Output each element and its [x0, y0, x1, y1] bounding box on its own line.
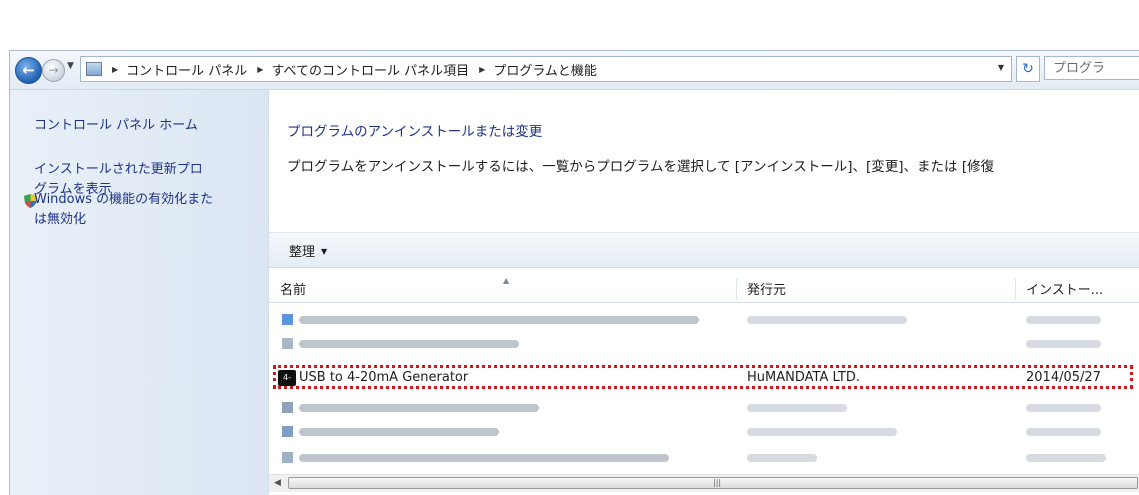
organize-label: 整理 [289, 245, 316, 260]
command-bar: 整理 ▼ [269, 232, 1139, 268]
program-icon [282, 452, 293, 463]
history-dropdown-icon[interactable]: ▼ [67, 61, 74, 71]
breadcrumb-control-panel[interactable]: コントロール パネル [126, 60, 247, 79]
column-divider[interactable] [736, 278, 737, 300]
sidebar-link-features-line1: Windows の機能の有効化また [34, 192, 214, 207]
table-row[interactable] [269, 309, 1139, 331]
sidebar-link-updates-line1: インストールされた更新プロ [34, 162, 203, 177]
program-icon [282, 338, 293, 349]
blurred-publisher [747, 309, 907, 331]
blurred-date [1026, 421, 1101, 443]
blurred-publisher [747, 397, 847, 419]
program-install-date: 2014/05/27 [1026, 370, 1101, 385]
table-row[interactable] [269, 421, 1139, 443]
breadcrumb-all-items[interactable]: すべてのコントロール パネル項目 [271, 60, 469, 79]
sidebar-link-home[interactable]: コントロール パネル ホーム [34, 116, 198, 136]
table-row[interactable] [269, 397, 1139, 419]
address-dropdown-icon[interactable]: ▼ [998, 63, 1004, 72]
table-row-usb-generator[interactable]: 4-20 USB to 4-20mA Generator HuMANDATA L… [269, 365, 1139, 398]
blurred-name [299, 421, 499, 443]
program-publisher: HuMANDATA LTD. [747, 370, 861, 385]
main-content: プログラムのアンインストールまたは変更 プログラムをアンインストールするには、一… [269, 90, 1139, 495]
blurred-name [299, 309, 699, 331]
program-icon [282, 314, 293, 325]
column-header-row: ▲ 名前 発行元 インストー... [269, 276, 1139, 303]
forward-arrow-icon[interactable]: → [42, 59, 65, 82]
blurred-publisher [747, 447, 817, 469]
program-icon [282, 402, 293, 413]
grip-icon: ||| [713, 478, 722, 487]
page-description: プログラムをアンインストールするには、一覧からプログラムを選択して [アンインス… [287, 159, 995, 175]
sidebar-link-features-line2: は無効化 [34, 212, 87, 227]
refresh-icon[interactable]: ↻ [1016, 56, 1040, 82]
column-header-installed[interactable]: インストー... [1026, 276, 1103, 302]
search-input[interactable]: プログラ [1044, 56, 1139, 80]
breadcrumb-separator-icon[interactable]: ▶ [479, 65, 485, 74]
sidebar-link-windows-features[interactable]: Windows の機能の有効化また は無効化 [34, 190, 213, 230]
back-arrow-icon[interactable]: ← [15, 57, 42, 84]
generator-app-icon: 4-20 [278, 370, 296, 398]
blurred-date [1026, 309, 1101, 331]
sort-ascending-icon: ▲ [503, 276, 510, 285]
blurred-date [1026, 447, 1106, 469]
horizontal-scrollbar[interactable]: ◀ ||| [269, 474, 1139, 492]
navigation-bar: ← → ▼ ▶ コントロール パネル ▶ すべてのコントロール パネル項目 ▶ … [10, 51, 1139, 90]
column-header-publisher[interactable]: 発行元 [747, 276, 786, 302]
chevron-down-icon: ▼ [321, 247, 328, 256]
blurred-name [299, 447, 669, 469]
blurred-name [299, 397, 539, 419]
sidebar: コントロール パネル ホーム インストールされた更新プロ グラムを表示 Wind… [10, 90, 269, 495]
breadcrumb-programs-features[interactable]: プログラムと機能 [493, 60, 597, 79]
blurred-date [1026, 333, 1101, 355]
column-divider[interactable] [1015, 278, 1016, 300]
breadcrumb-separator-icon[interactable]: ▶ [257, 65, 263, 74]
scroll-left-icon[interactable]: ◀ [269, 475, 286, 492]
organize-button[interactable]: 整理 ▼ [289, 241, 327, 260]
blurred-name [299, 333, 519, 355]
program-icon [282, 426, 293, 437]
address-bar[interactable]: ▶ コントロール パネル ▶ すべてのコントロール パネル項目 ▶ プログラムと… [80, 56, 1012, 82]
blurred-date [1026, 397, 1101, 419]
program-name: USB to 4-20mA Generator [299, 370, 469, 385]
top-whitespace [0, 0, 1139, 50]
table-row[interactable] [269, 333, 1139, 355]
page-title: プログラムのアンインストールまたは変更 [287, 124, 543, 140]
blurred-publisher [747, 421, 897, 443]
table-row[interactable] [269, 447, 1139, 469]
column-header-name[interactable]: 名前 [280, 276, 306, 302]
control-panel-icon [86, 62, 102, 76]
scrollbar-thumb[interactable]: ||| [288, 477, 1138, 489]
breadcrumb-separator-icon[interactable]: ▶ [112, 65, 118, 74]
